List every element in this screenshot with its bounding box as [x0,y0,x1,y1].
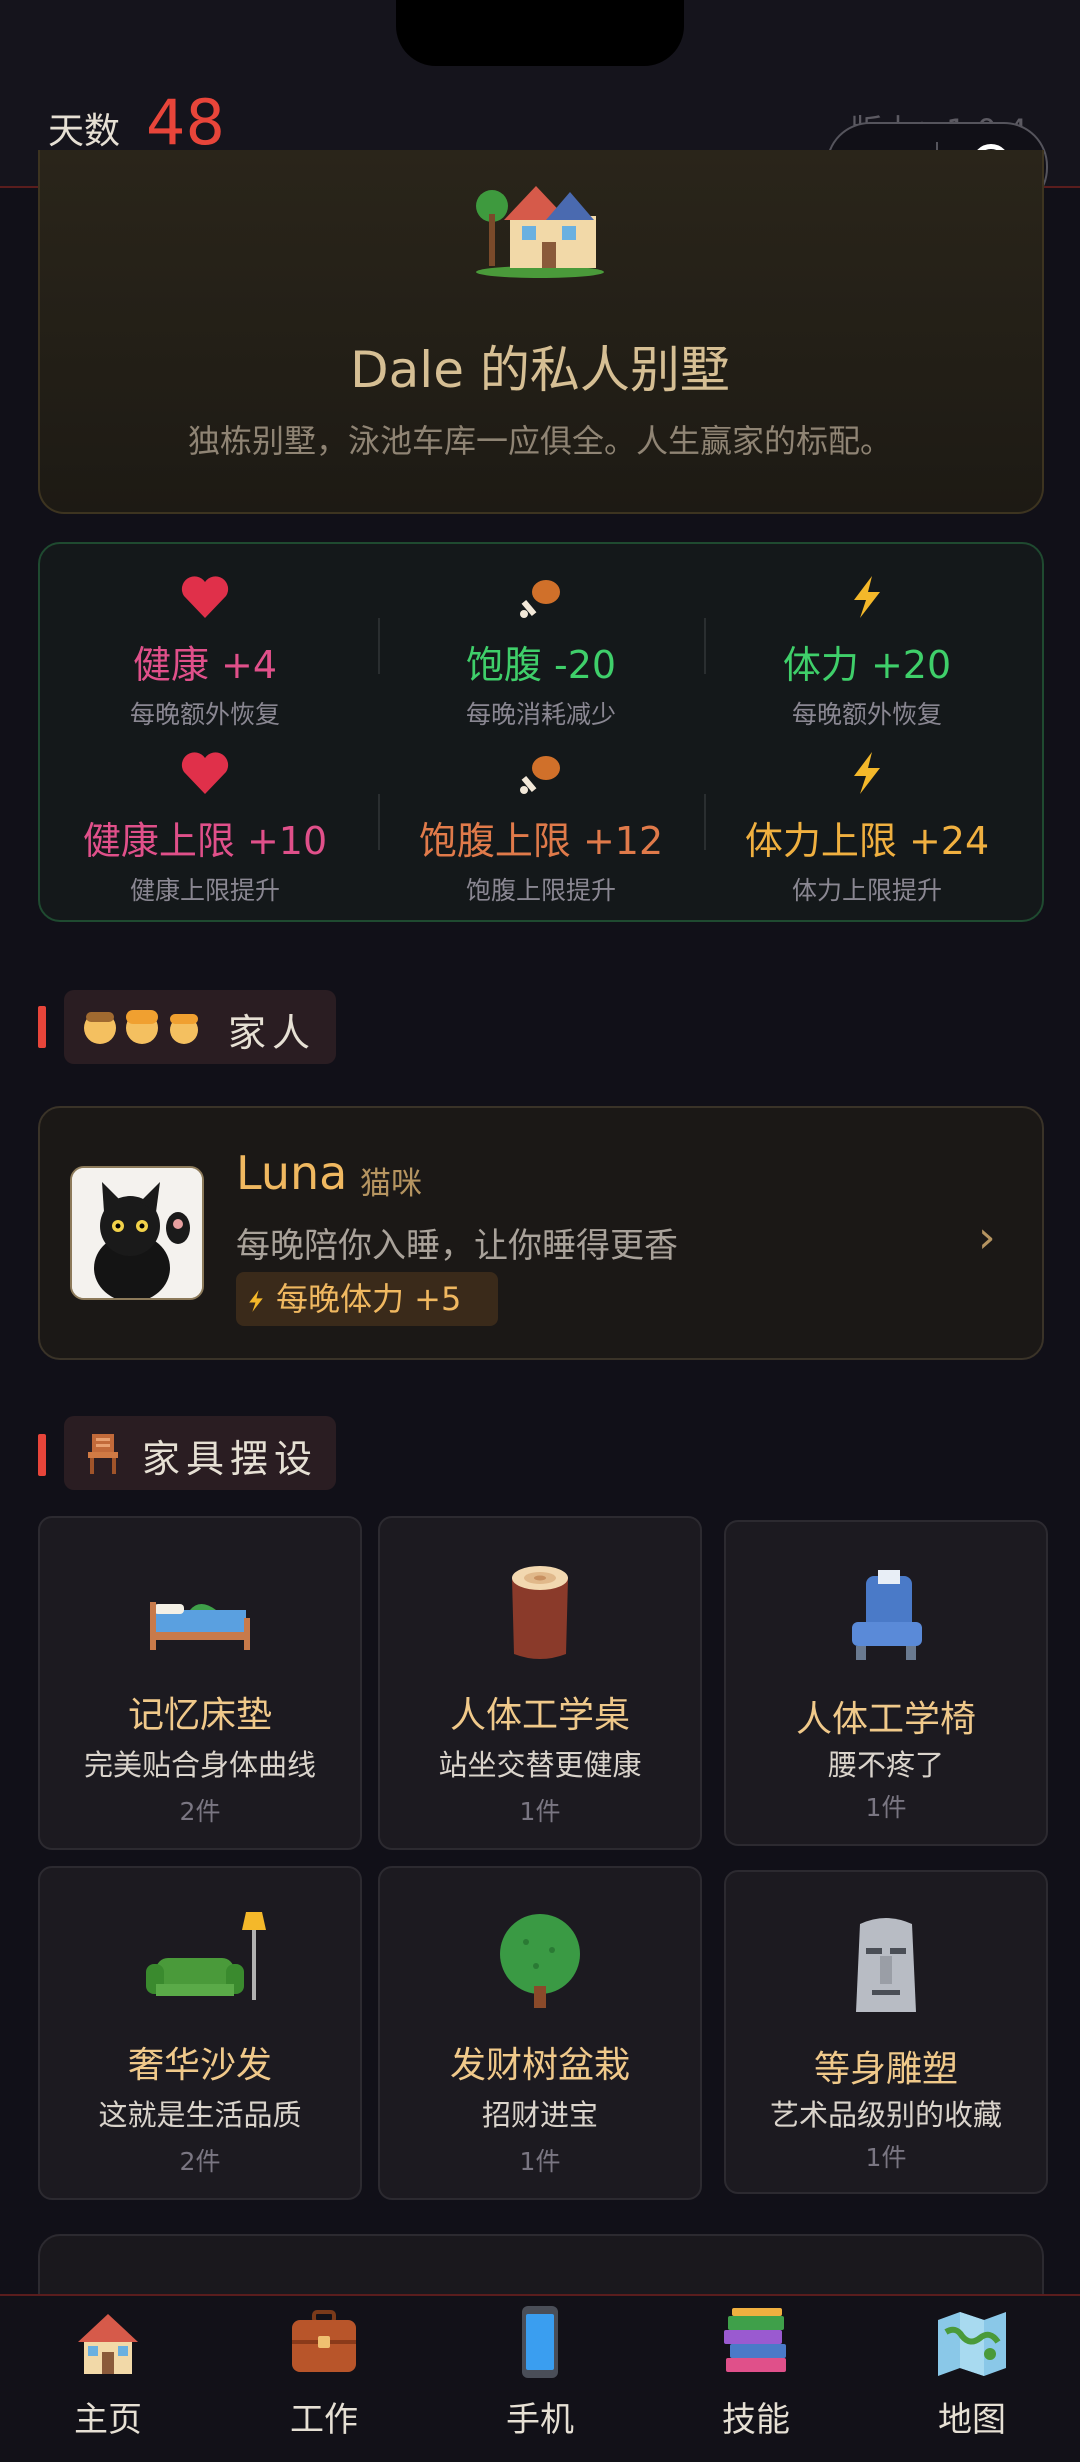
stat-stamina-max: 体力上限 +24 体力上限提升 [704,750,1030,907]
pet-description: 每晚陪你入睡，让你睡得更香 [236,1226,678,1266]
chair-icon [88,1434,118,1474]
tab-label: 主页 [74,2400,142,2440]
furniture-name: 发财树盆栽 [449,2045,630,2086]
furniture-desc: 招财进宝 [481,2098,598,2132]
drumstick-icon [378,750,704,800]
briefcase-icon [292,2310,356,2372]
stats-panel: 健康 +4 每晚额外恢复 饱腹 -20 每晚消耗减少 体力 +20 每晚额外恢复… [38,542,1044,922]
chevron-right-icon[interactable]: › [978,1212,996,1263]
stat-satiety: 饱腹 -20 每晚消耗减少 [378,574,704,731]
stat-health-max: 健康上限 +10 健康上限提升 [42,750,368,907]
pet-buff-badge: 每晚体力 +5 [236,1272,498,1326]
furniture-count: 1件 [519,1797,561,1826]
house-icon [78,2314,138,2374]
furniture-desc: 完美贴合身体曲线 [83,1748,316,1782]
stat-sub: 饱腹上限提升 [465,876,616,905]
stat-value: 体力上限 +24 [744,819,990,863]
furniture-section-header: 家具摆设 [64,1416,336,1490]
section-title: 家人 [228,1011,317,1055]
furniture-desc: 站坐交替更健康 [438,1748,642,1782]
furniture-card[interactable]: 人体工学桌 站坐交替更健康 1件 [378,1516,702,1850]
sofa-lamp-icon [146,1912,266,2000]
tab-label: 手机 [506,2400,574,2440]
furniture-count: 1件 [519,2147,561,2176]
tree-icon [500,1914,580,2008]
tab-work[interactable]: 工作 [216,2300,432,2441]
family-section-header: 家人 [64,990,336,1064]
stat-sub: 每晚额外恢复 [791,700,942,729]
lightning-icon [236,1272,276,1326]
pet-type: 猫咪 [360,1166,422,1202]
map-icon [938,2312,1006,2376]
drumstick-icon [378,574,704,624]
stat-sub: 每晚消耗减少 [465,700,616,729]
heart-icon [42,574,368,624]
furniture-name: 等身雕塑 [813,2049,958,2090]
lightning-icon [704,574,1030,624]
family-icon [84,1010,198,1044]
avatar [70,1166,204,1300]
furniture-card[interactable]: 等身雕塑 艺术品级别的收藏 1件 [724,1870,1048,2194]
house-icon [476,186,604,278]
stat-health: 健康 +4 每晚额外恢复 [42,574,368,731]
furniture-card[interactable]: 奢华沙发 这就是生活品质 2件 [38,1866,362,2200]
furniture-name: 人体工学椅 [795,1699,976,1740]
furniture-name: 记忆床垫 [127,1695,272,1736]
stat-sub: 体力上限提升 [791,876,942,905]
section-accent-bar [38,1434,46,1476]
furniture-count: 2件 [179,2147,221,2176]
stat-stamina: 体力 +20 每晚额外恢复 [704,574,1030,731]
furniture-count: 1件 [865,1793,907,1822]
pet-name: Luna [236,1146,348,1200]
section-accent-bar [38,1006,46,1048]
device-notch [396,0,684,66]
furniture-count: 2件 [179,1797,221,1826]
lightning-icon [704,750,1030,800]
furniture-name: 人体工学桌 [449,1695,630,1736]
seat-icon [852,1570,922,1660]
villa-title: Dale 的私人别墅 [350,341,730,399]
furniture-card[interactable]: 记忆床垫 完美贴合身体曲线 2件 [38,1516,362,1850]
furniture-name: 奢华沙发 [127,2045,272,2086]
heart-icon [42,750,368,800]
stat-value: 体力 +20 [782,643,952,687]
tab-home[interactable]: 主页 [0,2300,216,2441]
furniture-count: 1件 [865,2143,907,2172]
tab-map[interactable]: 地图 [864,2300,1080,2441]
furniture-desc: 腰不疼了 [827,1748,944,1782]
moai-icon [856,1918,916,2012]
pet-buff-text: 每晚体力 +5 [276,1280,462,1318]
tab-label: 地图 [938,2400,1006,2440]
stat-value: 饱腹上限 +12 [418,819,664,863]
section-title: 家具摆设 [142,1437,319,1481]
stat-value: 健康 +4 [132,643,278,687]
furniture-card[interactable]: 发财树盆栽 招财进宝 1件 [378,1866,702,2200]
wood-log-icon [512,1566,568,1659]
furniture-card[interactable]: 人体工学椅 腰不疼了 1件 [724,1520,1048,1846]
tab-label: 工作 [290,2400,358,2440]
furniture-desc: 这就是生活品质 [98,2098,302,2132]
stat-satiety-max: 饱腹上限 +12 饱腹上限提升 [378,750,704,907]
tab-skills[interactable]: 技能 [648,2300,864,2441]
stat-sub: 每晚额外恢复 [129,700,280,729]
furniture-desc: 艺术品级别的收藏 [769,2098,1002,2132]
days-label: 天数 [48,111,121,152]
bed-icon [150,1602,250,1650]
books-icon [724,2308,786,2372]
villa-description: 独栋别墅，泳池车库一应俱全。人生赢家的标配。 [187,422,892,460]
tab-label: 技能 [722,2400,790,2440]
stat-value: 健康上限 +10 [82,819,328,863]
stat-sub: 健康上限提升 [129,876,280,905]
days-value: 48 [146,86,225,159]
stat-value: 饱腹 -20 [465,643,617,687]
tab-phone[interactable]: 手机 [432,2300,648,2441]
phone-icon [522,2306,558,2378]
